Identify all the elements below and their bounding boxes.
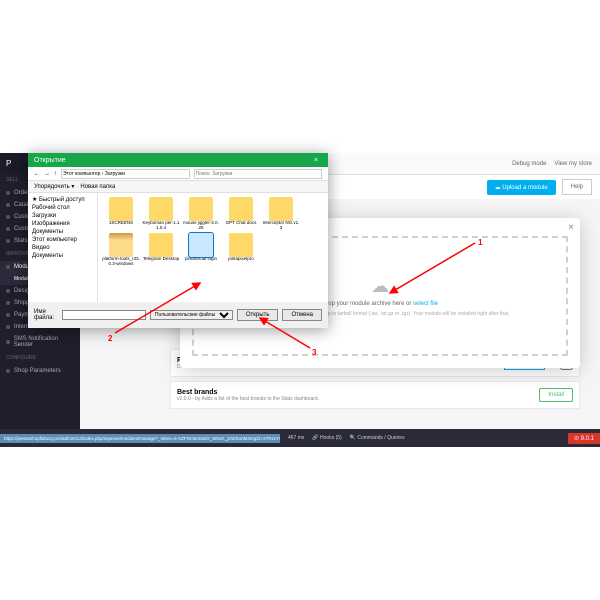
- sidebar-item[interactable]: SMS Notification Sender: [0, 333, 80, 351]
- file-item[interactable]: pintapixelpro: [222, 233, 260, 267]
- open-button[interactable]: Открыть: [237, 309, 279, 321]
- nav-item[interactable]: Документы: [30, 252, 95, 260]
- nav-item[interactable]: Рабочий стол: [30, 204, 95, 212]
- dialog-titlebar: Открытие ×: [28, 153, 328, 167]
- module-row: Best brandsv2.0.0 - by Adds a list of th…: [170, 381, 580, 409]
- search-input[interactable]: [194, 169, 323, 179]
- version-badge: ⊙ 9.0.1: [568, 433, 600, 444]
- filename-input[interactable]: [62, 310, 146, 320]
- view-store-link[interactable]: View my store: [554, 161, 592, 167]
- nav-item[interactable]: Этот компьютер: [30, 236, 95, 244]
- debug-bar: https://prestashopfaktory.pro/admin013/i…: [0, 429, 600, 447]
- close-icon[interactable]: ×: [310, 157, 322, 164]
- nav-item[interactable]: Изображения: [30, 220, 95, 228]
- debug-item[interactable]: 🔗 Hooks (5): [312, 435, 341, 441]
- debug-item[interactable]: 467 ms: [288, 435, 304, 441]
- debug-mode-link[interactable]: Debug mode: [512, 161, 546, 167]
- file-item[interactable]: Interceptor NG.v1.3: [262, 197, 300, 231]
- cloud-upload-icon: ☁: [371, 276, 389, 297]
- url-display: https://prestashopfaktory.pro/admin013/i…: [0, 434, 280, 443]
- file-dialog: Открытие × ← → ↑ Упорядочить ▾ Новая пап…: [28, 153, 328, 328]
- cancel-button[interactable]: Отмена: [282, 309, 322, 321]
- file-item[interactable]: pintasocial login: [182, 233, 220, 267]
- section-configure: CONFIGURE: [0, 351, 80, 365]
- nav-item[interactable]: Загрузки: [30, 212, 95, 220]
- nav-item[interactable]: Документы: [30, 228, 95, 236]
- file-item[interactable]: mouse jiggler-2.0.25: [182, 197, 220, 231]
- up-icon[interactable]: ↑: [54, 171, 57, 177]
- organize-menu[interactable]: Упорядочить ▾: [34, 183, 74, 190]
- toolbar: Упорядочить ▾ Новая папка: [28, 181, 328, 193]
- install-button[interactable]: Install: [539, 388, 573, 402]
- nav-item[interactable]: Видео: [30, 244, 95, 252]
- dialog-footer: Имя файла: Пользовательские файлы Открыт…: [28, 302, 328, 328]
- debug-item[interactable]: 🔍 Commands / Queries: [350, 435, 405, 441]
- upload-module-button[interactable]: ☁ Upload a module: [487, 180, 556, 195]
- filename-label: Имя файла:: [34, 309, 58, 321]
- file-item[interactable]: 1SCREENS: [102, 197, 140, 231]
- file-item[interactable]: GPT Chat docs: [222, 197, 260, 231]
- file-grid: 1SCREENSKeyboman per-1.11.0.4mouse jiggl…: [98, 193, 328, 302]
- file-item[interactable]: Keyboman per-1.11.0.4: [142, 197, 180, 231]
- path-input[interactable]: [61, 169, 190, 179]
- nav-item[interactable]: ★ Быстрый доступ: [30, 195, 95, 204]
- back-icon[interactable]: ←: [34, 171, 40, 177]
- close-icon[interactable]: ×: [568, 222, 574, 233]
- forward-icon[interactable]: →: [44, 171, 50, 177]
- help-button[interactable]: Help: [562, 179, 592, 195]
- file-item[interactable]: platform-tools_r33.0.3-windows: [102, 233, 140, 267]
- nav-tree: ★ Быстрый доступ Рабочий стол Загрузки И…: [28, 193, 98, 302]
- new-folder-button[interactable]: Новая папка: [80, 184, 115, 190]
- drop-text: Drop your module archive here or select …: [322, 301, 438, 307]
- file-item[interactable]: Telegram Desktop: [142, 233, 180, 267]
- filetype-select[interactable]: Пользовательские файлы: [150, 310, 233, 320]
- select-file-link[interactable]: select file: [413, 301, 438, 307]
- path-bar: ← → ↑: [28, 167, 328, 181]
- sidebar-item[interactable]: Shop Parameters: [0, 365, 80, 377]
